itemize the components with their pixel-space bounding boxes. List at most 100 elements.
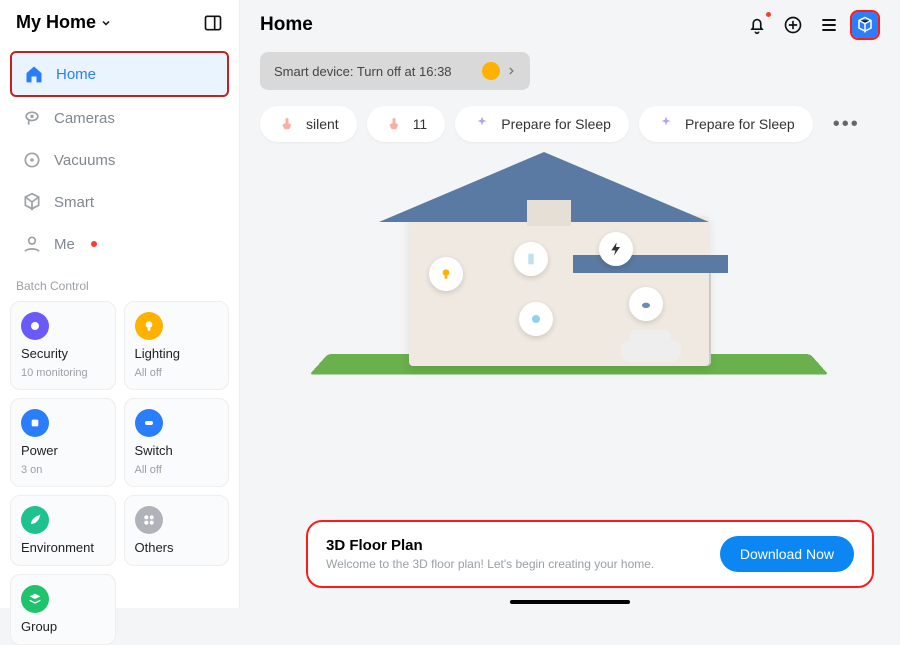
- device-bulb[interactable]: [429, 257, 463, 291]
- notification-dot-icon: [91, 241, 97, 247]
- nav-label: Me: [54, 236, 75, 253]
- scene-silent[interactable]: silent: [260, 106, 357, 142]
- card-title: Power: [21, 443, 105, 458]
- sidebar: My Home Home Cameras Vacuums Smart: [0, 0, 240, 608]
- sparkle-icon: [473, 115, 491, 133]
- device-camera[interactable]: [519, 302, 553, 336]
- security-icon: [21, 312, 49, 340]
- bell-icon: [747, 15, 767, 35]
- batch-switch[interactable]: Switch All off: [124, 398, 230, 487]
- car-shape: [621, 340, 681, 362]
- sidebar-header: My Home: [10, 12, 229, 45]
- batch-grid: Security 10 monitoring Lighting All off …: [10, 301, 229, 645]
- person-icon: [22, 234, 42, 254]
- sparkle-icon: [657, 115, 675, 133]
- plug-icon: [21, 409, 49, 437]
- plus-icon: [783, 15, 803, 35]
- garage-roof-shape: [573, 255, 728, 273]
- floorplan-card: 3D Floor Plan Welcome to the 3D floor pl…: [308, 522, 872, 586]
- notification-dot-icon: [766, 12, 771, 17]
- floorplan-text: 3D Floor Plan Welcome to the 3D floor pl…: [326, 537, 654, 571]
- cube-icon: [22, 192, 42, 212]
- bolt-icon: [608, 241, 624, 257]
- automation-banner[interactable]: Smart device: Turn off at 16:38: [260, 52, 530, 90]
- batch-label: Batch Control: [16, 279, 223, 293]
- card-title: Lighting: [135, 346, 219, 361]
- floorplan-title: 3D Floor Plan: [326, 537, 654, 554]
- leaf-icon: [21, 506, 49, 534]
- stack-icon: [21, 585, 49, 613]
- vacuum-icon: [638, 296, 654, 312]
- card-title: Security: [21, 346, 105, 361]
- nav-label: Home: [56, 66, 96, 83]
- home-picker-label: My Home: [16, 12, 96, 33]
- list-view-button[interactable]: [816, 12, 842, 38]
- sun-icon: [482, 62, 500, 80]
- 3d-view-button[interactable]: [852, 12, 878, 38]
- card-subtitle: 10 monitoring: [21, 367, 105, 379]
- chevron-down-icon: [100, 17, 112, 29]
- device-power[interactable]: [599, 232, 633, 266]
- nav-label: Smart: [54, 194, 94, 211]
- topbar: Home: [260, 10, 878, 40]
- bulb-icon: [438, 266, 454, 282]
- batch-lighting[interactable]: Lighting All off: [124, 301, 230, 390]
- dormer-shape: [527, 196, 571, 226]
- batch-security[interactable]: Security 10 monitoring: [10, 301, 116, 390]
- nav-me[interactable]: Me: [10, 223, 229, 265]
- scene-prepare-sleep-1[interactable]: Prepare for Sleep: [455, 106, 629, 142]
- grid-icon: [135, 506, 163, 534]
- batch-power[interactable]: Power 3 on: [10, 398, 116, 487]
- batch-group[interactable]: Group: [10, 574, 116, 645]
- top-icons: [744, 12, 878, 38]
- door-icon: [523, 251, 539, 267]
- vacuum-icon: [22, 150, 42, 170]
- scene-row: silent 11 Prepare for Sleep Prepare for …: [260, 106, 878, 142]
- nav-vacuums[interactable]: Vacuums: [10, 139, 229, 181]
- card-title: Environment: [21, 540, 105, 555]
- chevron-right-icon: [506, 64, 516, 78]
- card-subtitle: All off: [135, 464, 219, 476]
- house-illustration: [319, 142, 819, 422]
- panel-toggle-icon[interactable]: [203, 13, 223, 33]
- tap-icon: [385, 115, 403, 133]
- card-title: Others: [135, 540, 219, 555]
- nav-cameras[interactable]: Cameras: [10, 97, 229, 139]
- scene-label: Prepare for Sleep: [685, 116, 795, 132]
- home-picker[interactable]: My Home: [16, 12, 112, 33]
- scene-more[interactable]: •••: [823, 107, 870, 142]
- camera-icon: [528, 311, 544, 327]
- nav-label: Cameras: [54, 110, 115, 127]
- main-panel: Home Smart device: Turn off at 16:38: [240, 0, 900, 608]
- download-now-button[interactable]: Download Now: [720, 536, 854, 572]
- card-title: Group: [21, 619, 105, 634]
- scene-label: Prepare for Sleep: [501, 116, 611, 132]
- batch-others[interactable]: Others: [124, 495, 230, 566]
- ellipsis-icon: •••: [833, 113, 860, 136]
- card-subtitle: 3 on: [21, 464, 105, 476]
- device-door[interactable]: [514, 242, 548, 276]
- cube-icon: [856, 16, 874, 34]
- tap-icon: [278, 115, 296, 133]
- card-subtitle: All off: [135, 367, 219, 379]
- notifications-button[interactable]: [744, 12, 770, 38]
- nav-home[interactable]: Home: [10, 51, 229, 97]
- scene-11[interactable]: 11: [367, 106, 446, 142]
- device-vacuum[interactable]: [629, 287, 663, 321]
- scene-label: silent: [306, 116, 339, 132]
- floorplan-subtitle: Welcome to the 3D floor plan! Let's begi…: [326, 557, 654, 571]
- camera-icon: [22, 108, 42, 128]
- card-title: Switch: [135, 443, 219, 458]
- scene-prepare-sleep-2[interactable]: Prepare for Sleep: [639, 106, 813, 142]
- page-title: Home: [260, 14, 313, 36]
- nav-smart[interactable]: Smart: [10, 181, 229, 223]
- add-button[interactable]: [780, 12, 806, 38]
- banner-text: Smart device: Turn off at 16:38: [274, 64, 452, 79]
- list-icon: [819, 15, 839, 35]
- nav-list: Home Cameras Vacuums Smart Me: [10, 51, 229, 265]
- batch-environment[interactable]: Environment: [10, 495, 116, 566]
- switch-icon: [135, 409, 163, 437]
- home-indicator: [510, 600, 630, 604]
- home-icon: [24, 64, 44, 84]
- nav-label: Vacuums: [54, 152, 115, 169]
